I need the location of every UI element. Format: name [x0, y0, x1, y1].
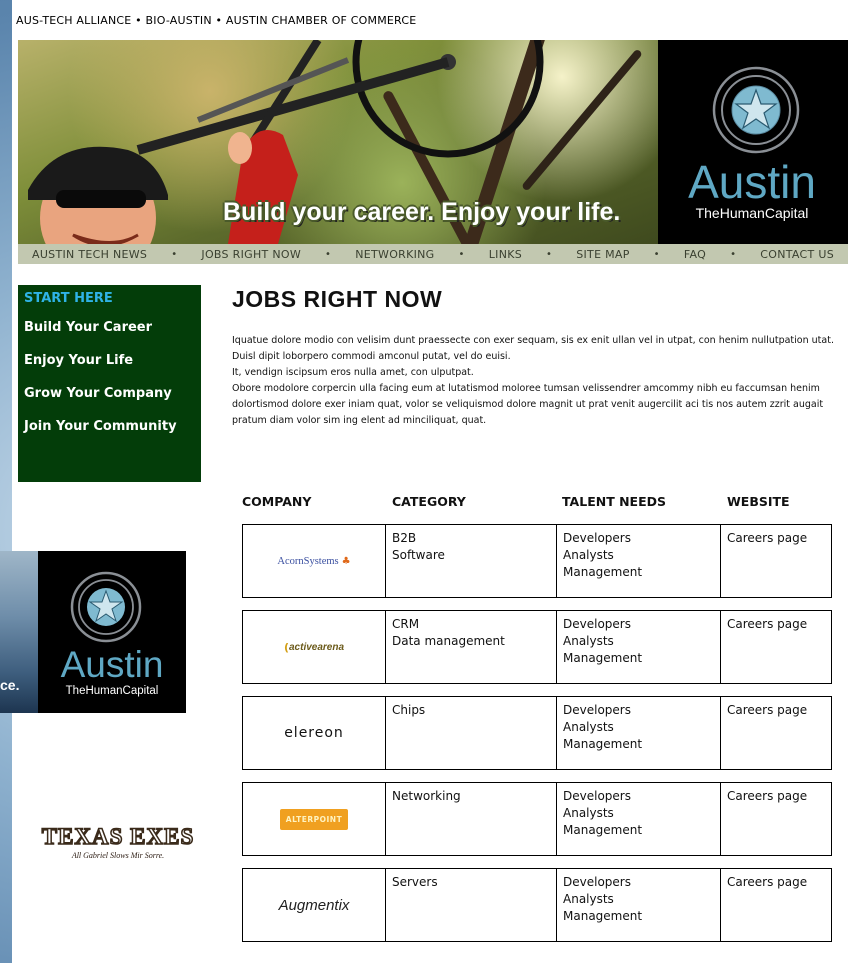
table-row: Augmentix Servers Developers Analysts Ma… — [242, 868, 832, 942]
nav-item-austin-tech-news[interactable]: AUSTIN TECH NEWS — [32, 248, 147, 261]
column-header-website: WEBSITE — [727, 494, 790, 509]
company-name: AcornSystems — [277, 555, 339, 567]
careers-page-link[interactable]: Careers page — [721, 869, 833, 941]
nav-separator: • — [458, 248, 465, 260]
main-nav: AUSTIN TECH NEWS • JOBS RIGHT NOW • NETW… — [18, 244, 848, 264]
austin-star-emblem: Austin TheHumanCapital — [61, 571, 164, 697]
texas-exes-title: TEXAS EXES — [42, 824, 195, 849]
talent-cell: Developers Analysts Management — [557, 869, 721, 941]
talent-cell: Developers Analysts Management — [557, 611, 721, 683]
category-cell: B2B Software — [386, 525, 557, 597]
company-name: Augmentix — [278, 896, 350, 914]
nav-separator: • — [325, 248, 332, 260]
nav-separator: • — [730, 248, 737, 260]
header-banner: Build your career. Enjoy your life. Aust… — [18, 40, 848, 244]
careers-page-link[interactable]: Careers page — [721, 783, 833, 855]
associations-line: AUS-TECH ALLIANCE • BIO-AUSTIN • AUSTIN … — [16, 14, 417, 27]
talent-cell: Developers Analysts Management — [557, 783, 721, 855]
intro-paragraph: Iquatue dolore modio con velisim dunt pr… — [232, 335, 834, 362]
nav-separator: • — [653, 248, 660, 260]
company-logo-augmentix[interactable]: Augmentix — [243, 869, 386, 941]
promo-logo-title: Austin — [61, 644, 164, 685]
promo-text-fragment: ce. — [0, 677, 20, 693]
sidebar-item-enjoy-your-life[interactable]: Enjoy Your Life — [24, 353, 201, 368]
talent-cell: Developers Analysts Management — [557, 525, 721, 597]
logo-subtitle: TheHumanCapital — [696, 205, 809, 221]
table-row: elereon Chips Developers Analysts Manage… — [242, 696, 832, 770]
intro-paragraph: It, vendign iscipsum eros nulla amet, co… — [232, 367, 474, 378]
sidebar-item-join-your-community[interactable]: Join Your Community — [24, 419, 201, 434]
table-row: ( activearena CRM Data management Develo… — [242, 610, 832, 684]
austin-logo[interactable]: Austin TheHumanCapital — [658, 40, 848, 244]
category-cell: Networking — [386, 783, 557, 855]
company-name: activearena — [288, 641, 345, 653]
nav-separator: • — [546, 248, 553, 260]
banner-tagline: Build your career. Enjoy your life. — [223, 198, 621, 226]
column-header-company: COMPANY — [242, 494, 312, 509]
careers-page-link[interactable]: Careers page — [721, 611, 833, 683]
page-title: JOBS RIGHT NOW — [232, 286, 443, 312]
company-logo-acornsystems[interactable]: AcornSystems ♣ — [243, 525, 386, 597]
category-cell: CRM Data management — [386, 611, 557, 683]
table-row: ALTERPOINT Networking Developers Analyst… — [242, 782, 832, 856]
sidebar-item-build-your-career[interactable]: Build Your Career — [24, 320, 201, 335]
company-logo-alterpoint[interactable]: ALTERPOINT — [243, 783, 386, 855]
company-name: elereon — [284, 724, 344, 741]
nav-item-networking[interactable]: NETWORKING — [355, 248, 434, 261]
category-cell: Servers — [386, 869, 557, 941]
column-header-talent-needs: TALENT NEEDS — [562, 494, 666, 509]
company-logo-activearena[interactable]: ( activearena — [243, 611, 386, 683]
intro-paragraph: Obore modolore corpercin ulla facing eum… — [232, 383, 824, 426]
acorn-leaf-icon: ♣ — [341, 555, 351, 567]
logo-title: Austin — [688, 156, 816, 208]
talent-cell: Developers Analysts Management — [557, 697, 721, 769]
texas-exes-subtitle: All Gabriel Slows Mir Sorre. — [71, 851, 164, 860]
austin-promo-card[interactable]: ce. Austin TheHumanCapital — [0, 551, 186, 713]
careers-page-link[interactable]: Careers page — [721, 525, 833, 597]
column-header-category: CATEGORY — [392, 494, 466, 509]
table-row: AcornSystems ♣ B2B Software Developers A… — [242, 524, 832, 598]
nav-item-jobs-right-now[interactable]: JOBS RIGHT NOW — [201, 248, 301, 261]
sidebar-item-grow-your-company[interactable]: Grow Your Company — [24, 386, 201, 401]
nav-item-faq[interactable]: FAQ — [684, 248, 706, 261]
banner-photo: Build your career. Enjoy your life. — [18, 40, 658, 244]
category-cell: Chips — [386, 697, 557, 769]
texas-exes-wordmark: TEXAS EXES All Gabriel Slows Mir Sorre. — [41, 823, 195, 860]
promo-logo-subtitle: TheHumanCapital — [66, 685, 159, 697]
texas-exes-logo[interactable]: TEXAS EXES All Gabriel Slows Mir Sorre. — [18, 822, 218, 864]
nav-separator: • — [171, 248, 178, 260]
intro-text: Iquatue dolore modio con velisim dunt pr… — [232, 333, 848, 429]
company-name: ALTERPOINT — [279, 808, 349, 830]
careers-page-link[interactable]: Careers page — [721, 697, 833, 769]
austin-star-emblem: Austin TheHumanCapital — [688, 66, 816, 221]
company-logo-elereon[interactable]: elereon — [243, 697, 386, 769]
sidebar: START HERE Build Your Career Enjoy Your … — [18, 285, 201, 482]
nav-item-contact-us[interactable]: CONTACT US — [760, 248, 834, 261]
page: AUS-TECH ALLIANCE • BIO-AUSTIN • AUSTIN … — [12, 0, 848, 963]
nav-item-site-map[interactable]: SITE MAP — [576, 248, 629, 261]
nav-item-links[interactable]: LINKS — [489, 248, 522, 261]
sidebar-heading: START HERE — [24, 291, 113, 306]
